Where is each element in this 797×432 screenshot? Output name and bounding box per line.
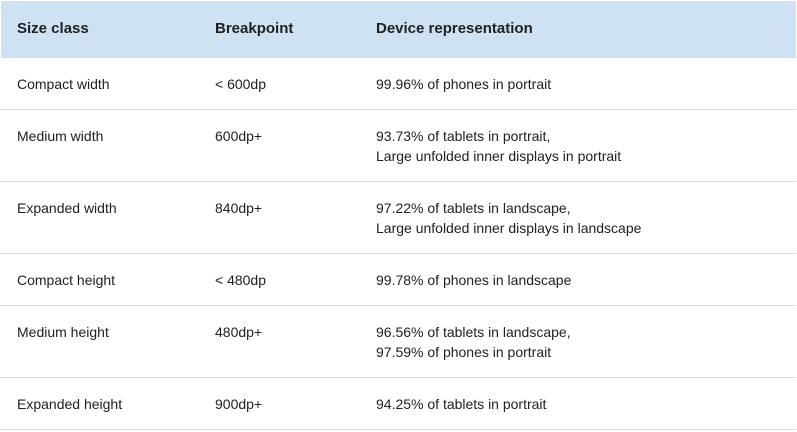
device-cell: 94.25% of tablets in portrait bbox=[360, 394, 796, 414]
table-row: Medium height 480dp+ 96.56% of tablets i… bbox=[1, 306, 796, 378]
device-line: 96.56% of tablets in landscape, bbox=[376, 324, 571, 340]
size-class-table: Size class Breakpoint Device representat… bbox=[1, 1, 796, 430]
breakpoint-cell: < 600dp bbox=[215, 76, 266, 92]
device-line: 94.25% of tablets in portrait bbox=[376, 396, 547, 412]
table-header-row: Size class Breakpoint Device representat… bbox=[1, 1, 796, 58]
device-line: Large unfolded inner displays in portrai… bbox=[376, 148, 622, 164]
device-line: 99.78% of phones in landscape bbox=[376, 272, 572, 288]
size-class-cell: Expanded width bbox=[17, 200, 117, 216]
table-row: Expanded width 840dp+ 97.22% of tablets … bbox=[1, 182, 796, 254]
device-cell: 96.56% of tablets in landscape, 97.59% o… bbox=[360, 322, 796, 362]
size-class-cell: Expanded height bbox=[17, 396, 123, 412]
header-size-class: Size class bbox=[17, 20, 89, 37]
device-cell: 99.96% of phones in portrait bbox=[360, 74, 796, 94]
device-cell: 99.78% of phones in landscape bbox=[360, 270, 796, 290]
table-row: Compact width < 600dp 99.96% of phones i… bbox=[1, 58, 796, 110]
breakpoint-cell: < 480dp bbox=[215, 272, 266, 288]
breakpoint-cell: 900dp+ bbox=[215, 396, 263, 412]
table-row: Expanded height 900dp+ 94.25% of tablets… bbox=[1, 378, 796, 430]
size-class-cell: Compact height bbox=[17, 272, 116, 288]
breakpoint-cell: 600dp+ bbox=[215, 128, 263, 144]
device-cell: 97.22% of tablets in landscape, Large un… bbox=[360, 198, 796, 238]
device-line: 97.59% of phones in portrait bbox=[376, 344, 552, 360]
size-class-cell: Medium width bbox=[17, 128, 104, 144]
breakpoint-cell: 840dp+ bbox=[215, 200, 263, 216]
device-cell: 93.73% of tablets in portrait, Large unf… bbox=[360, 126, 796, 166]
header-device-representation: Device representation bbox=[376, 20, 533, 37]
size-class-cell: Compact width bbox=[17, 76, 110, 92]
device-line: 93.73% of tablets in portrait, bbox=[376, 128, 551, 144]
header-breakpoint: Breakpoint bbox=[215, 20, 294, 37]
size-class-cell: Medium height bbox=[17, 324, 109, 340]
device-line: 99.96% of phones in portrait bbox=[376, 76, 552, 92]
device-line: Large unfolded inner displays in landsca… bbox=[376, 220, 642, 236]
table-row: Compact height < 480dp 99.78% of phones … bbox=[1, 254, 796, 306]
breakpoint-cell: 480dp+ bbox=[215, 324, 263, 340]
device-line: 97.22% of tablets in landscape, bbox=[376, 200, 571, 216]
table-row: Medium width 600dp+ 93.73% of tablets in… bbox=[1, 110, 796, 182]
